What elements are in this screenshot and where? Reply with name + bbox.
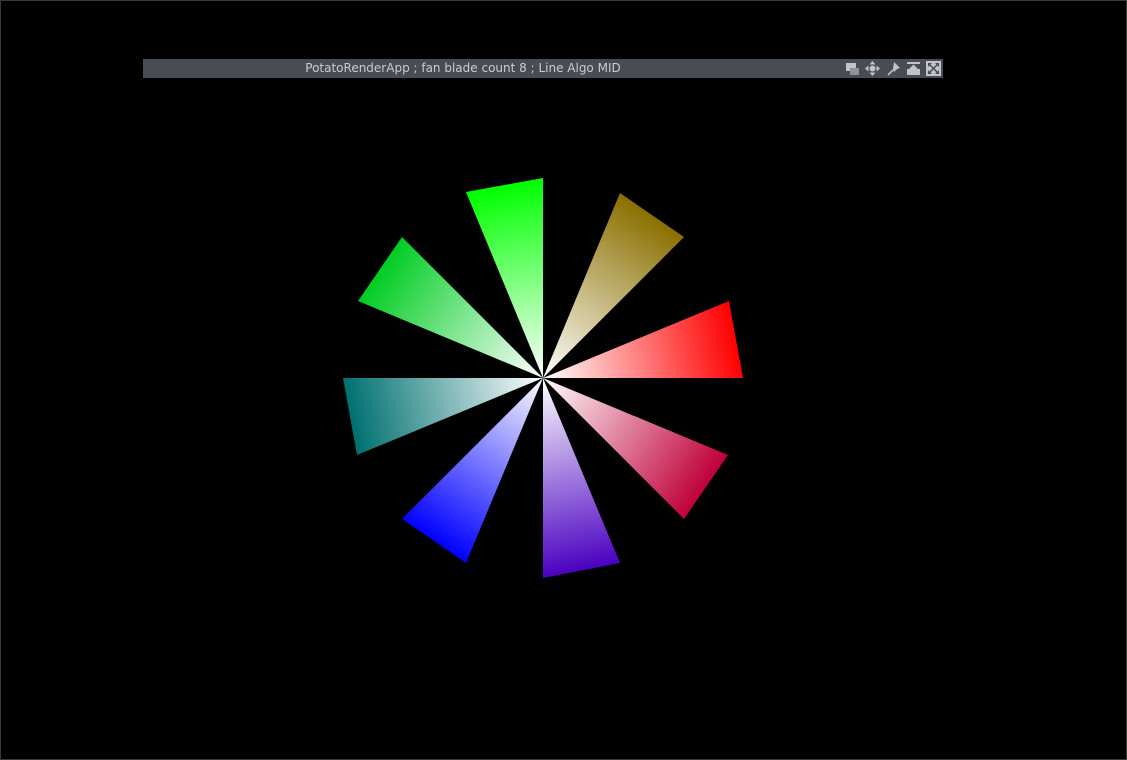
move-window-button[interactable] <box>864 60 881 77</box>
fullscreen-button[interactable] <box>925 60 942 77</box>
move-window-icon <box>865 61 880 76</box>
minimize-to-top-button[interactable] <box>905 60 922 77</box>
fullscreen-icon <box>926 61 941 76</box>
minimize-to-top-icon <box>907 62 920 75</box>
window-titlebar[interactable]: PotatoRenderApp ; fan blade count 8 ; Li… <box>143 59 943 78</box>
pin-icon <box>887 62 900 76</box>
render-viewport <box>0 0 1127 760</box>
restore-window-icon <box>846 63 859 75</box>
restore-window-button[interactable] <box>844 60 861 77</box>
window-title: PotatoRenderApp ; fan blade count 8 ; Li… <box>305 61 621 75</box>
pin-window-button[interactable] <box>885 60 902 77</box>
